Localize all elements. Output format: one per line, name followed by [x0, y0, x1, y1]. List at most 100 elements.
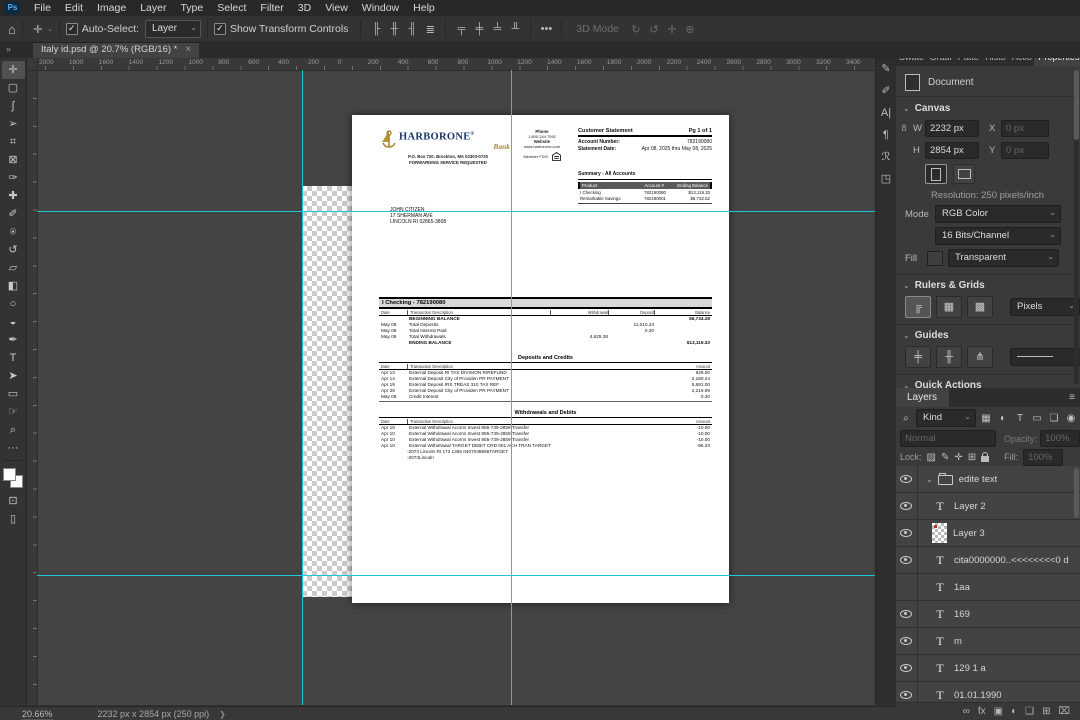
- layer-row[interactable]: ⌄ T 1aa: [895, 574, 1080, 601]
- history-brush-tool[interactable]: ↺: [2, 241, 25, 259]
- guide-vertical-center[interactable]: [511, 70, 512, 705]
- width-input[interactable]: 2232 px: [925, 119, 979, 137]
- landscape-orientation-button[interactable]: [953, 164, 975, 184]
- layer-row[interactable]: ⌄ T cita0000000..<<<<<<<<0 d: [895, 547, 1080, 574]
- more-options-icon[interactable]: •••: [537, 23, 555, 35]
- distribute-vertical-icon[interactable]: ╨: [506, 23, 524, 35]
- filter-type-layers-icon[interactable]: T: [1013, 413, 1027, 424]
- menu-item[interactable]: Window: [355, 0, 406, 16]
- character-panel-icon[interactable]: A|: [877, 102, 895, 124]
- document-tab[interactable]: Italy id.psd @ 20.7% (RGB/16) * ×: [33, 42, 200, 58]
- healing-brush-tool[interactable]: ✚: [2, 187, 25, 205]
- portrait-orientation-button[interactable]: [925, 164, 947, 184]
- visibility-cell[interactable]: [895, 493, 918, 519]
- fill-dropdown[interactable]: Transparent: [948, 249, 1059, 267]
- brushes-icon[interactable]: ✐: [877, 80, 895, 102]
- move-tool-preset-icon[interactable]: ✛: [29, 23, 47, 36]
- filter-pixel-layers-icon[interactable]: ▦: [979, 413, 993, 424]
- eye-icon[interactable]: [900, 529, 912, 537]
- align-bottom-icon[interactable]: ╧: [488, 23, 506, 35]
- menu-item[interactable]: Layer: [133, 0, 173, 16]
- clone-stamp-tool[interactable]: ⍟: [2, 223, 25, 241]
- home-icon[interactable]: ⌂: [8, 22, 16, 37]
- guide-horizontal-bottom[interactable]: [37, 575, 875, 576]
- pixel-grid-icon[interactable]: ▩: [967, 296, 993, 318]
- bit-depth-dropdown[interactable]: 16 Bits/Channel: [935, 227, 1061, 245]
- lock-pixels-icon[interactable]: ✎: [941, 452, 949, 463]
- align-center-horizontal-icon[interactable]: ╫: [385, 23, 403, 35]
- collapse-tabs-icon[interactable]: »: [6, 44, 11, 54]
- align-right-icon[interactable]: ╢: [403, 23, 421, 35]
- layer-name[interactable]: 169: [954, 609, 970, 620]
- guide-horizontal-top[interactable]: [37, 211, 875, 212]
- guide-layout-icon[interactable]: ╫: [936, 346, 962, 368]
- layer-row[interactable]: ⌄ T 129 1 a: [895, 655, 1080, 682]
- hand-tool[interactable]: ☞: [2, 403, 25, 421]
- align-top-icon[interactable]: ╤: [452, 23, 470, 35]
- menu-item[interactable]: View: [318, 0, 355, 16]
- layers-scroll-thumb[interactable]: [1074, 468, 1079, 518]
- type-tool[interactable]: T: [2, 349, 25, 367]
- new-layer-icon[interactable]: ⊞: [1042, 706, 1050, 717]
- menu-item[interactable]: File: [27, 0, 58, 16]
- filter-kind-dropdown[interactable]: Kind: [916, 409, 976, 427]
- document-page[interactable]: HARBORONE® Bank P.O. Box 720. Brockton, …: [352, 115, 729, 603]
- layer-mask-icon[interactable]: ▣: [994, 706, 1003, 717]
- eye-icon[interactable]: [900, 475, 912, 483]
- units-dropdown[interactable]: Pixels: [1010, 298, 1080, 316]
- layer-name[interactable]: 01.01.1990: [954, 690, 1002, 701]
- lock-artboard-icon[interactable]: ⊞: [968, 452, 976, 463]
- chevron-down-icon[interactable]: ⌄: [903, 381, 910, 389]
- visibility-cell[interactable]: [895, 574, 918, 600]
- eye-icon[interactable]: [900, 637, 912, 645]
- more-tools[interactable]: ···: [2, 439, 25, 457]
- guide-vertical-left[interactable]: [302, 70, 303, 705]
- glyphs-panel-icon[interactable]: ℛ: [877, 146, 895, 168]
- layer-row[interactable]: ⌄ T 01.01.1990: [895, 682, 1080, 702]
- marquee-tool[interactable]: ▢: [2, 79, 25, 97]
- vertical-ruler[interactable]: [27, 70, 38, 705]
- auto-select-target-dropdown[interactable]: Layer: [144, 20, 201, 38]
- chevron-down-icon[interactable]: ⌄: [903, 104, 910, 113]
- quick-mask-icon[interactable]: ⊡: [2, 492, 25, 510]
- brush-tool[interactable]: ✐: [2, 205, 25, 223]
- visibility-cell[interactable]: [895, 682, 918, 702]
- filter-shape-layers-icon[interactable]: ▭: [1030, 413, 1044, 424]
- visibility-cell[interactable]: [895, 655, 918, 681]
- brush-settings-icon[interactable]: ✎: [877, 58, 895, 80]
- eraser-tool[interactable]: ▱: [2, 259, 25, 277]
- menu-item[interactable]: Type: [173, 0, 210, 16]
- lasso-tool[interactable]: ʃ: [2, 97, 25, 115]
- delete-layer-icon[interactable]: ⌧: [1058, 706, 1070, 717]
- menu-item[interactable]: Filter: [253, 0, 290, 16]
- visibility-cell[interactable]: [895, 628, 918, 654]
- layer-name[interactable]: m: [954, 636, 962, 647]
- new-group-icon[interactable]: ❏: [1025, 706, 1034, 717]
- lock-all-icon[interactable]: [981, 452, 990, 462]
- visibility-cell[interactable]: [895, 601, 918, 627]
- canvas-area[interactable]: 2000 1800 1600 1400 1200 1000 800 600 40…: [27, 58, 875, 705]
- chevron-down-icon[interactable]: ⌄: [926, 475, 933, 484]
- filter-smart-objects-icon[interactable]: ❏: [1047, 413, 1061, 424]
- layer-row[interactable]: ⌄ T 169: [895, 601, 1080, 628]
- menu-item[interactable]: 3D: [291, 0, 318, 16]
- horizontal-ruler[interactable]: 2000 1800 1600 1400 1200 1000 800 600 40…: [37, 58, 875, 71]
- auto-select-checkbox[interactable]: ✓: [65, 23, 78, 35]
- fill-swatch[interactable]: [927, 250, 943, 266]
- layer-name[interactable]: Layer 2: [954, 501, 986, 512]
- eyedropper-tool[interactable]: ✑: [2, 169, 25, 187]
- crop-tool[interactable]: ⌗: [2, 133, 25, 151]
- layers-tab[interactable]: Layers: [895, 388, 950, 407]
- layer-name[interactable]: 129 1 a: [954, 663, 986, 674]
- link-dimensions-icon[interactable]: 8: [895, 123, 913, 133]
- zoom-tool[interactable]: ⌕: [2, 421, 25, 439]
- lock-position-icon[interactable]: ✛: [954, 452, 962, 463]
- layer-name[interactable]: edite text: [959, 474, 998, 485]
- layer-row[interactable]: ⌄ T Layer 2: [895, 493, 1080, 520]
- adjustment-layer-icon[interactable]: ◐: [1011, 706, 1017, 717]
- visibility-cell[interactable]: [895, 547, 918, 573]
- align-left-icon[interactable]: ╟: [367, 23, 385, 35]
- object-selection-tool[interactable]: ➢: [2, 115, 25, 133]
- frame-tool[interactable]: ⊠: [2, 151, 25, 169]
- path-selection-tool[interactable]: ➤: [2, 367, 25, 385]
